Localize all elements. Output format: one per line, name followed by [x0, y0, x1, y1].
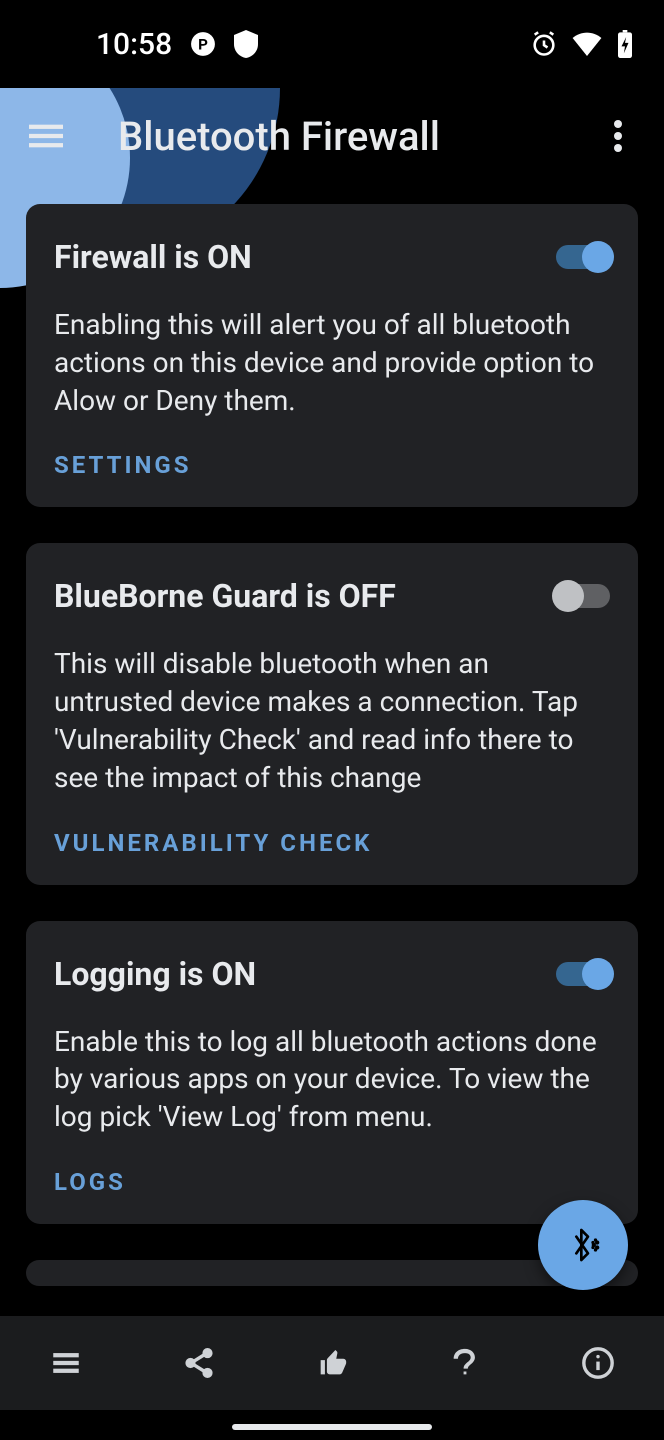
- logging-toggle[interactable]: [556, 962, 610, 986]
- logging-card-title: Logging is ON: [54, 955, 256, 993]
- gesture-bar: [232, 1424, 432, 1430]
- settings-button[interactable]: SETTINGS: [54, 451, 610, 479]
- blueborne-card-title: BlueBorne Guard is OFF: [54, 577, 396, 615]
- logging-card: Logging is ON Enable this to log all blu…: [26, 921, 638, 1224]
- vulnerability-check-button[interactable]: VULNERABILITY CHECK: [54, 829, 610, 857]
- blueborne-card-desc: This will disable bluetooth when an untr…: [54, 645, 610, 796]
- alarm-icon: [530, 30, 558, 58]
- page-title: Bluetooth Firewall: [70, 113, 594, 160]
- shield-icon: [234, 30, 258, 58]
- logs-button[interactable]: LOGS: [54, 1168, 610, 1196]
- status-time: 10:58: [96, 27, 172, 62]
- nav-info-icon[interactable]: [531, 1316, 664, 1410]
- more-icon[interactable]: [594, 112, 642, 160]
- status-bar: 10:58 P: [0, 0, 664, 88]
- app-bar: Bluetooth Firewall: [0, 88, 664, 184]
- nav-help-icon[interactable]: [398, 1316, 531, 1410]
- firewall-card: Firewall is ON Enabling this will alert …: [26, 204, 638, 507]
- bottom-nav: [0, 1316, 664, 1410]
- blueborne-toggle[interactable]: [556, 584, 610, 608]
- svg-text:P: P: [198, 35, 208, 53]
- nav-list-icon[interactable]: [0, 1316, 133, 1410]
- nav-like-icon[interactable]: [266, 1316, 399, 1410]
- firewall-card-desc: Enabling this will alert you of all blue…: [54, 306, 610, 419]
- blueborne-card: BlueBorne Guard is OFF This will disable…: [26, 543, 638, 884]
- content-area: Firewall is ON Enabling this will alert …: [0, 184, 664, 1286]
- bluetooth-icon: [563, 1225, 603, 1265]
- wifi-icon: [572, 32, 602, 56]
- menu-icon[interactable]: [22, 112, 70, 160]
- firewall-card-title: Firewall is ON: [54, 238, 252, 276]
- bluetooth-fab[interactable]: [538, 1200, 628, 1290]
- parking-icon: P: [190, 31, 216, 57]
- nav-share-icon[interactable]: [133, 1316, 266, 1410]
- battery-icon: [616, 30, 634, 58]
- firewall-toggle[interactable]: [556, 245, 610, 269]
- logging-card-desc: Enable this to log all bluetooth actions…: [54, 1023, 610, 1136]
